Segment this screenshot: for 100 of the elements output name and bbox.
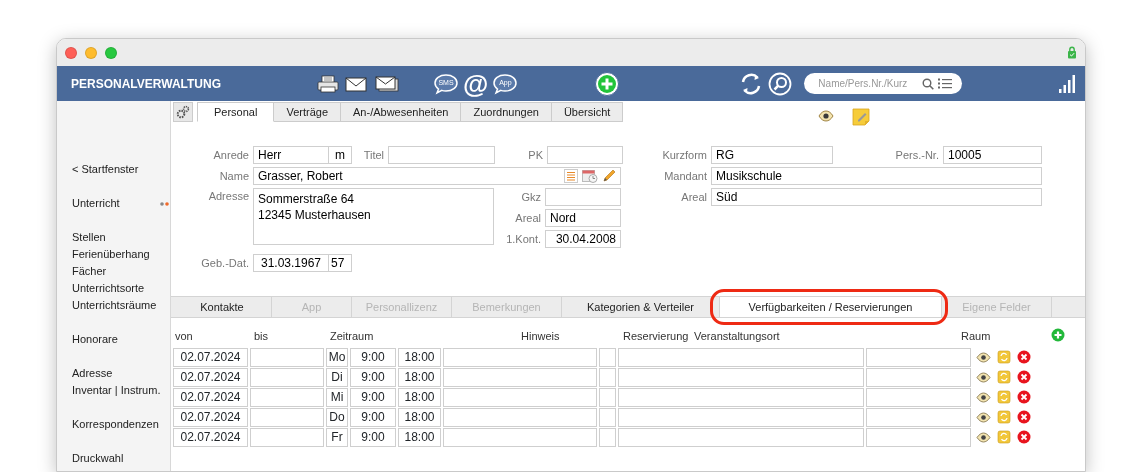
tab[interactable]: Verfügbarkeiten / Reservierungen — [720, 297, 942, 317]
table-cell[interactable]: Fr — [326, 427, 348, 447]
table-cell[interactable]: 9:00 — [350, 427, 396, 447]
note-icon[interactable] — [852, 108, 871, 126]
table-cell[interactable] — [250, 427, 324, 447]
search-box[interactable]: Name/Pers.Nr./Kurz — [804, 73, 963, 94]
table-cell[interactable] — [250, 407, 324, 427]
delete-icon[interactable] — [1017, 430, 1031, 444]
table-cell[interactable]: 18:00 — [398, 407, 441, 427]
list-icon[interactable] — [564, 169, 578, 183]
table-cell[interactable]: 18:00 — [398, 367, 441, 387]
text-field[interactable] — [388, 146, 495, 164]
text-field[interactable]: Herr — [253, 146, 329, 164]
table-cell[interactable] — [250, 387, 324, 407]
text-field[interactable] — [545, 188, 621, 206]
close-button[interactable] — [65, 46, 77, 59]
table-cell[interactable] — [618, 387, 864, 407]
table-cell[interactable]: 18:00 — [398, 387, 441, 407]
text-field[interactable]: 10005 — [943, 146, 1042, 164]
sidebar-item[interactable]: Druckwahl — [72, 450, 124, 467]
tab[interactable]: Übersicht — [551, 102, 624, 122]
sidebar-item[interactable]: < Startfenster — [72, 161, 139, 178]
delete-icon[interactable] — [1017, 350, 1031, 364]
table-cell[interactable]: 9:00 — [350, 367, 396, 387]
tab[interactable]: Personal — [197, 102, 275, 122]
eye-icon[interactable] — [976, 411, 991, 423]
table-cell[interactable] — [866, 427, 971, 447]
text-field[interactable]: 30.04.2008 — [545, 230, 621, 248]
table-cell[interactable] — [599, 427, 616, 447]
table-cell[interactable]: 02.07.2024 — [173, 347, 248, 367]
table-cell[interactable] — [599, 407, 616, 427]
table-cell[interactable]: 9:00 — [350, 347, 396, 367]
search-icon[interactable] — [922, 77, 935, 90]
eye-icon[interactable] — [976, 431, 991, 443]
delete-icon[interactable] — [1017, 390, 1031, 404]
table-cell[interactable] — [599, 387, 616, 407]
table-cell[interactable] — [443, 347, 597, 367]
table-cell[interactable] — [618, 347, 864, 367]
sidebar-item[interactable]: Unterricht — [72, 195, 120, 212]
delete-icon[interactable] — [1017, 370, 1031, 384]
name-field[interactable]: Grasser, Robert — [253, 167, 621, 185]
add-icon[interactable] — [594, 70, 621, 97]
table-cell[interactable] — [599, 367, 616, 387]
table-cell[interactable] — [443, 367, 597, 387]
text-field[interactable]: RG — [711, 146, 833, 164]
envelopes-icon[interactable] — [375, 74, 399, 93]
table-cell[interactable] — [618, 427, 864, 447]
tab[interactable]: An-/Abwesenheiten — [341, 102, 462, 122]
table-cell[interactable] — [866, 367, 971, 387]
sidebar-item[interactable]: Ferienüberhang — [72, 246, 150, 263]
pencil-icon[interactable] — [602, 169, 616, 183]
minimize-button[interactable] — [85, 46, 97, 59]
table-cell[interactable] — [250, 367, 324, 387]
text-field[interactable]: Musikschule — [711, 167, 1042, 185]
table-cell[interactable]: 02.07.2024 — [173, 407, 248, 427]
table-cell[interactable]: Di — [326, 367, 348, 387]
table-cell[interactable]: 02.07.2024 — [173, 367, 248, 387]
table-cell[interactable] — [443, 407, 597, 427]
text-field[interactable]: 31.03.1967 — [253, 254, 329, 272]
table-cell[interactable] — [599, 347, 616, 367]
sidebar-item[interactable]: Unterrichtsräume — [72, 297, 157, 314]
sidebar-item[interactable]: Adresse — [72, 365, 113, 382]
calendar-clock-icon[interactable] — [582, 169, 598, 183]
tab[interactable]: Zuordnungen — [461, 102, 552, 122]
age-field[interactable]: 57 — [329, 254, 352, 272]
search-icon[interactable] — [768, 71, 793, 96]
settings-button[interactable] — [173, 102, 193, 122]
eye-icon[interactable] — [976, 371, 991, 383]
table-cell[interactable]: Mi — [326, 387, 348, 407]
table-cell[interactable]: 02.07.2024 — [173, 387, 248, 407]
zoom-button[interactable] — [105, 46, 117, 59]
table-cell[interactable]: 18:00 — [398, 427, 441, 447]
table-cell[interactable]: 18:00 — [398, 347, 441, 367]
table-cell[interactable]: 9:00 — [350, 387, 396, 407]
eye-icon[interactable] — [976, 351, 991, 363]
table-cell[interactable] — [250, 347, 324, 367]
add-icon[interactable] — [1051, 328, 1065, 342]
table-cell[interactable]: 02.07.2024 — [173, 427, 248, 447]
delete-icon[interactable] — [1017, 410, 1031, 424]
printer-icon[interactable] — [317, 74, 339, 93]
table-cell[interactable] — [618, 367, 864, 387]
tab[interactable]: Verträge — [274, 102, 341, 122]
envelope-icon[interactable] — [345, 75, 367, 92]
table-cell[interactable] — [866, 347, 971, 367]
sidebar-item[interactable]: Inventar | Instrum. — [72, 382, 161, 399]
table-cell[interactable]: Mo — [326, 347, 348, 367]
eye-icon[interactable] — [818, 110, 835, 122]
table-cell[interactable] — [443, 387, 597, 407]
text-field[interactable]: Süd — [711, 188, 1042, 206]
text-field[interactable] — [547, 146, 623, 164]
list-icon[interactable] — [938, 78, 953, 89]
address-field[interactable]: Sommerstraße 64 12345 Musterhausen — [253, 188, 494, 245]
sidebar-item[interactable]: Honorare — [72, 331, 118, 348]
table-cell[interactable] — [618, 407, 864, 427]
email-at-button[interactable]: @ — [463, 70, 489, 97]
table-cell[interactable]: Do — [326, 407, 348, 427]
text-field[interactable]: Nord — [545, 209, 621, 227]
sidebar-item[interactable]: Fächer — [72, 263, 107, 280]
tab[interactable]: Kontakte — [173, 297, 272, 317]
sidebar-item[interactable]: Korrespondenzen — [72, 416, 159, 433]
